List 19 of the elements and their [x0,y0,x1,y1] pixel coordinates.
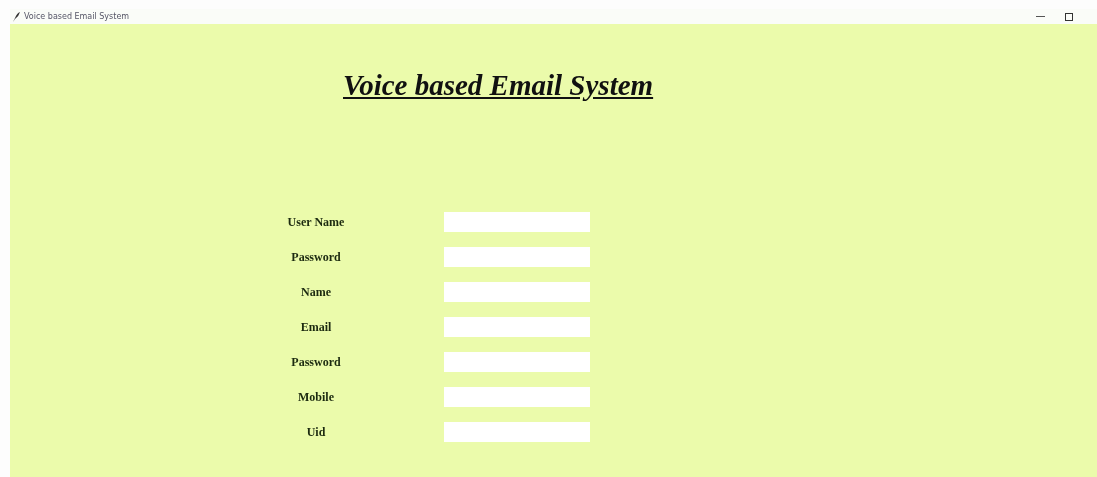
input-field[interactable] [444,212,590,232]
maximize-icon[interactable] [1065,12,1073,21]
input-field[interactable] [444,247,590,267]
feather-icon [12,11,20,22]
field-label: Name [301,284,331,300]
field-label: User Name [287,214,345,230]
input-field[interactable] [444,352,590,372]
field-label: Email [300,319,332,335]
window-title: Voice based Email System [24,12,130,21]
field-label: Uid [306,424,326,440]
minimize-icon[interactable] [1036,15,1045,18]
field-label: Password [291,354,341,370]
input-field[interactable] [444,387,590,407]
field-label: Password [291,249,341,265]
input-field[interactable] [444,317,590,337]
input-field[interactable] [444,282,590,302]
page-heading: Voice based Email System [343,69,654,102]
field-label: Mobile [298,389,334,405]
input-field[interactable] [444,422,590,442]
